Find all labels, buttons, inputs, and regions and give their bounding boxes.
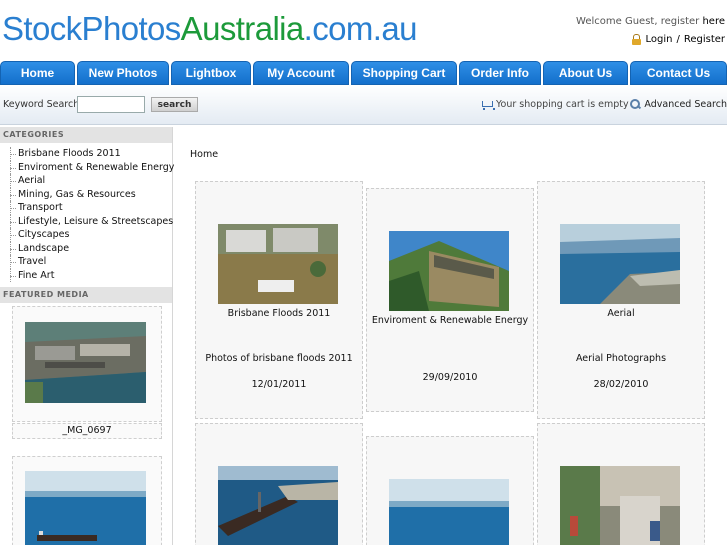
advanced-search-label: Advanced Search [644,99,727,110]
category-aerial[interactable]: Aerial [10,174,172,188]
gallery-item[interactable] [537,423,705,545]
gallery-item-brisbane-floods[interactable]: Brisbane Floods 2011 Photos of brisbane … [195,181,363,419]
category-brisbane-floods[interactable]: Brisbane Floods 2011 [10,147,172,161]
cart-status-text: Your shopping cart is empty [496,99,629,110]
gallery-image-solar-building[interactable] [389,231,509,311]
gallery-item[interactable] [195,423,363,545]
gallery-image-flooded-houses[interactable] [218,224,338,304]
gallery-image-ship-on-ocean[interactable] [389,479,509,545]
featured-image-aerial-port[interactable] [25,322,146,403]
cart-status[interactable]: Your shopping cart is empty [481,99,629,110]
gallery-item[interactable] [366,436,534,545]
keyword-search-label: Keyword Search [3,99,80,110]
logo-text-australia: Australia [180,10,305,47]
gallery-image-ship-at-wharf[interactable] [218,466,338,545]
welcome-message: Welcome Guest, register here [576,16,725,27]
main-nav: Home New Photos Lightbox My Account Shop… [0,61,727,85]
category-transport[interactable]: Transport [10,201,172,215]
category-lifestyle[interactable]: Lifestyle, Leisure & Streetscapes [10,214,173,229]
category-list: Brisbane Floods 2011 Enviroment & Renewa… [0,143,174,283]
nav-lightbox[interactable]: Lightbox [171,61,251,85]
lock-icon [632,34,642,45]
gallery-title[interactable]: Enviroment & Renewable Energy [367,315,533,326]
nav-home[interactable]: Home [0,61,75,85]
register-link[interactable]: Register [684,34,725,45]
advanced-search-link[interactable]: Advanced Search [630,99,727,110]
category-mining[interactable]: Mining, Gas & Resources [10,187,172,202]
welcome-text: Welcome Guest, register [576,16,700,27]
breadcrumb[interactable]: Home [190,149,218,160]
category-fine-art[interactable]: Fine Art [10,268,172,283]
nav-new-photos[interactable]: New Photos [77,61,169,85]
gallery-item-aerial[interactable]: Aerial Aerial Photographs 28/02/2010 [537,181,705,419]
magnifier-icon [630,99,641,110]
keyword-search-input[interactable] [77,96,145,113]
nav-contact-us[interactable]: Contact Us [630,61,727,85]
gallery-title[interactable]: Brisbane Floods 2011 [196,308,362,319]
categories-heading: CATEGORIES [0,127,172,143]
gallery-image-aerial-coast[interactable] [560,224,680,304]
gallery-date: 29/09/2010 [422,372,478,383]
logo-text-stockphotos: StockPhotos [2,10,181,47]
nav-order-info[interactable]: Order Info [459,61,541,85]
gallery-item-environment[interactable]: Enviroment & Renewable Energy 29/09/2010 [366,188,534,412]
gallery-title[interactable]: Aerial [538,308,704,319]
category-travel[interactable]: Travel [10,255,172,269]
gallery-description: Aerial Photographs [575,353,667,364]
shopping-cart-icon [481,100,495,110]
logo-text-domain: .com.au [303,10,418,47]
register-here-link[interactable]: here [702,16,725,27]
category-landscape[interactable]: Landscape [10,241,172,256]
featured-item[interactable] [12,456,162,545]
nav-my-account[interactable]: My Account [253,61,349,85]
category-environment[interactable]: Enviroment & Renewable Energy [10,160,174,175]
gallery-description: Photos of brisbane floods 2011 [205,353,353,364]
nav-shopping-cart[interactable]: Shopping Cart [351,61,457,85]
featured-media-heading: FEATURED MEDIA [0,287,172,303]
featured-image-ship[interactable] [25,471,146,545]
login-separator: / [676,34,680,45]
featured-caption[interactable]: _MG_0697 [12,423,162,439]
category-cityscapes[interactable]: Cityscapes [10,228,172,242]
login-area: Login / Register [632,34,725,45]
site-logo[interactable]: StockPhotosAustralia.com.au [2,8,417,50]
gallery-date: 28/02/2010 [593,379,649,390]
login-link[interactable]: Login [645,34,672,45]
nav-about-us[interactable]: About Us [543,61,628,85]
search-bar: Keyword Search search Your shopping cart… [0,85,727,125]
gallery-image-street-scene[interactable] [560,466,680,545]
search-button[interactable]: search [151,97,198,112]
gallery-date: 12/01/2011 [251,379,307,390]
featured-item[interactable] [12,306,162,422]
